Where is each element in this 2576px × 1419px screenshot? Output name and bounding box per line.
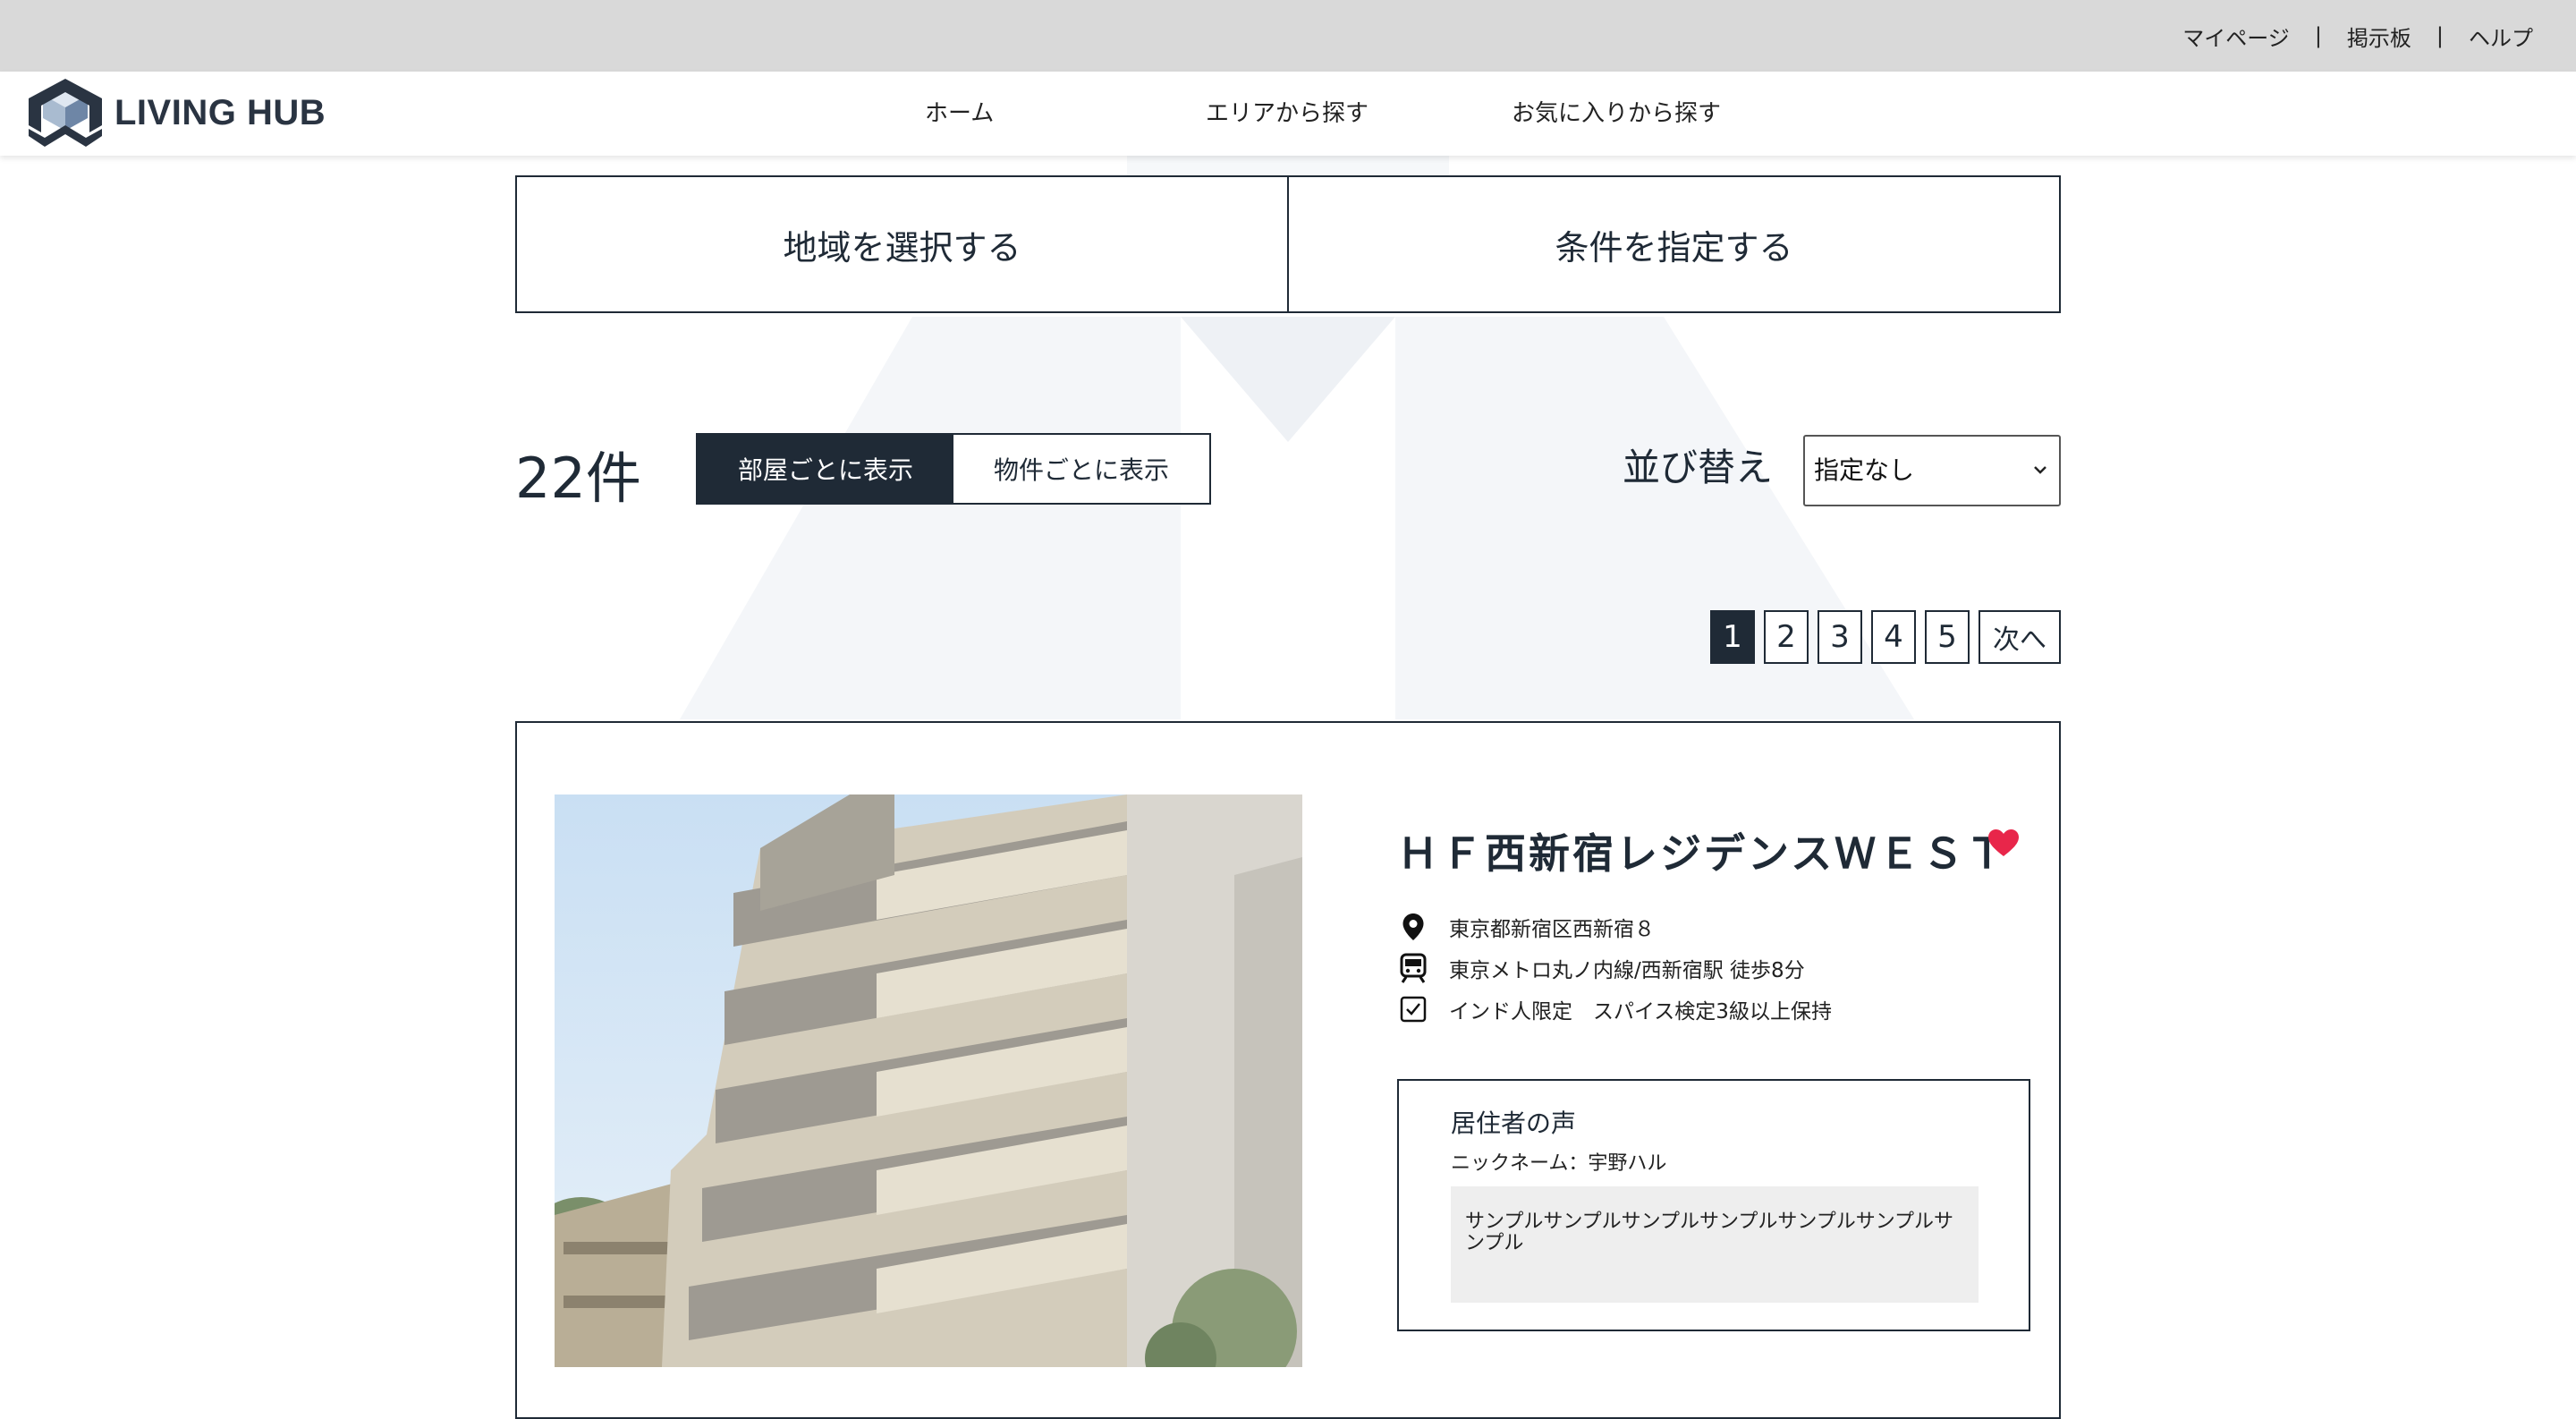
access-row: 東京メトロ丸ノ内線/西新宿駅 徒歩8分 — [1397, 952, 1805, 984]
resident-comment: サンプルサンプルサンプルサンプルサンプルサンプルサンプル — [1451, 1186, 1979, 1303]
top-utility-bar: マイページ | 掲示板 | ヘルプ — [0, 0, 2576, 72]
property-access: 東京メトロ丸ノ内線/西新宿駅 徒歩8分 — [1449, 959, 1805, 982]
separator: | — [2314, 23, 2322, 48]
page-button-4[interactable]: 4 — [1871, 610, 1916, 664]
train-icon — [1397, 952, 1429, 984]
condition-row: インド人限定 スパイス検定3級以上保持 — [1397, 993, 1832, 1025]
nav-area-search[interactable]: エリアから探す — [1206, 72, 1368, 156]
brand-logo[interactable]: LIVING HUB — [25, 79, 326, 147]
sort-select[interactable]: 指定なし — [1803, 435, 2061, 506]
result-count: 22件 — [515, 446, 641, 511]
property-condition: インド人限定 スパイス検定3級以上保持 — [1449, 1000, 1832, 1024]
pagination: 1 2 3 4 5 次へ — [1710, 610, 2061, 664]
view-by-property-button[interactable]: 物件ごとに表示 — [953, 435, 1209, 503]
brand-name: LIVING HUB — [114, 92, 326, 132]
separator: | — [2436, 23, 2444, 48]
page-button-3[interactable]: 3 — [1818, 610, 1862, 664]
page-button-5[interactable]: 5 — [1925, 610, 1970, 664]
top-links: マイページ | 掲示板 | ヘルプ — [2182, 0, 2533, 72]
main-nav: LIVING HUB ホーム エリアから探す お気に入りから探す — [0, 72, 2576, 156]
next-page-button[interactable]: 次へ — [1979, 610, 2061, 664]
property-card: ＨＦ西新宿レジデンスＷＥＳＴ 東京都新宿区西新宿８ 東京メトロ丸ノ内線/西新宿駅… — [515, 721, 2061, 1419]
checkbox-icon — [1397, 993, 1429, 1025]
address-row: 東京都新宿区西新宿８ — [1397, 911, 1655, 943]
tab-select-region[interactable]: 地域を選択する — [517, 177, 1287, 311]
heart-icon[interactable] — [1987, 828, 2020, 857]
help-link[interactable]: ヘルプ — [2469, 21, 2533, 52]
chevron-down-icon — [2034, 466, 2046, 474]
property-title[interactable]: ＨＦ西新宿レジデンスＷＥＳＴ — [1397, 821, 2010, 880]
resident-voice-box: 居住者の声 ニックネーム：宇野ハル サンプルサンプルサンプルサンプルサンプルサン… — [1397, 1079, 2030, 1331]
property-address: 東京都新宿区西新宿８ — [1449, 918, 1655, 941]
logo-icon — [29, 79, 102, 147]
building-illustration — [555, 794, 1302, 1367]
mypage-link[interactable]: マイページ — [2182, 21, 2290, 52]
board-link[interactable]: 掲示板 — [2347, 21, 2411, 52]
page-button-2[interactable]: 2 — [1764, 610, 1809, 664]
sort-label: 並び替え — [1623, 446, 1774, 489]
resident-voice-title: 居住者の声 — [1451, 1109, 1577, 1138]
search-panel-tabs: 地域を選択する 条件を指定する — [515, 175, 2061, 313]
nav-home[interactable]: ホーム — [925, 72, 994, 156]
view-by-room-button[interactable]: 部屋ごとに表示 — [698, 435, 953, 503]
resident-nickname: ニックネーム：宇野ハル — [1451, 1152, 1667, 1175]
view-toggle: 部屋ごとに表示 物件ごとに表示 — [696, 433, 1211, 505]
sort-selected-value: 指定なし — [1814, 455, 1915, 485]
property-photo[interactable] — [555, 794, 1302, 1367]
tab-specify-conditions[interactable]: 条件を指定する — [1287, 177, 2059, 311]
location-pin-icon — [1397, 911, 1429, 943]
page-button-1[interactable]: 1 — [1710, 610, 1755, 664]
nav-favorites-search[interactable]: お気に入りから探す — [1512, 72, 1721, 156]
